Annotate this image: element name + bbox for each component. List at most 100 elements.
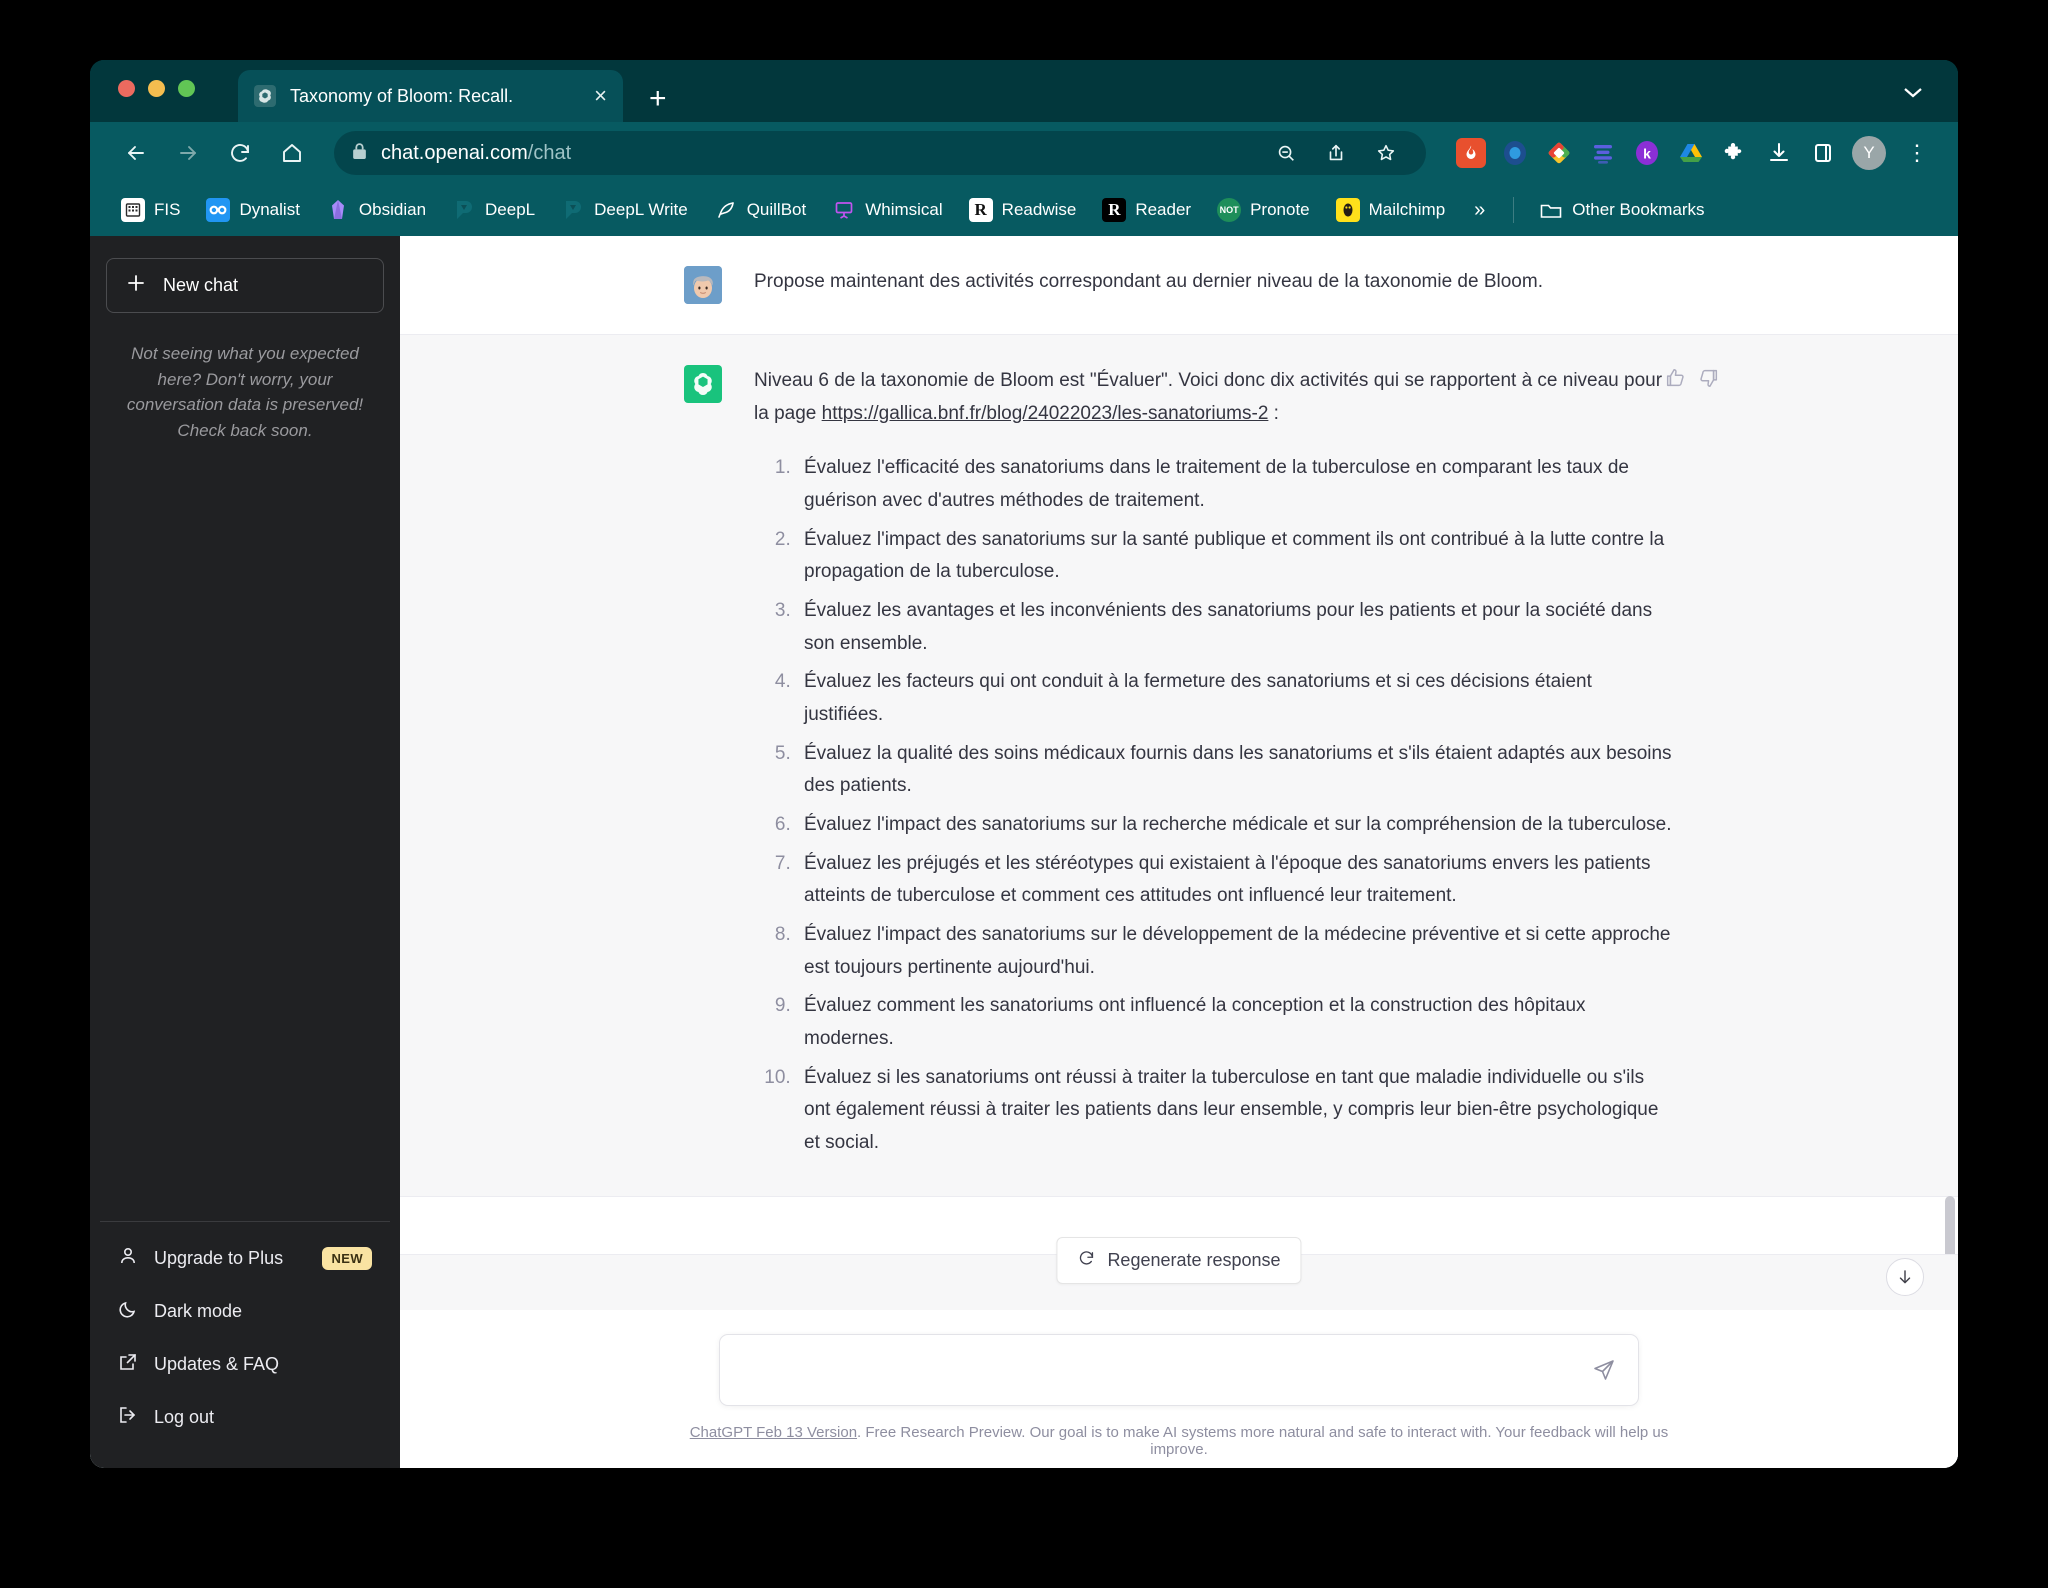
bookmark-label: Dynalist: [239, 200, 300, 219]
bookmark-deepl-write[interactable]: DeepL Write: [552, 193, 697, 227]
deepl-icon: [452, 198, 476, 222]
new-tab-button[interactable]: +: [649, 84, 667, 114]
home-button[interactable]: [270, 131, 314, 175]
kortex-extension-icon[interactable]: k: [1632, 138, 1662, 168]
chat-column: Propose maintenant des activités corresp…: [400, 236, 1958, 1468]
bookmark-mailchimp[interactable]: Mailchimp: [1327, 193, 1455, 227]
user-message-text: Propose maintenant des activités corresp…: [754, 271, 1543, 292]
message-composer[interactable]: [719, 1334, 1639, 1406]
obsidian-gem-icon: [326, 198, 350, 222]
list-item: Évaluez si les sanatoriums ont réussi à …: [796, 1062, 1674, 1160]
folder-icon: [1539, 198, 1563, 222]
list-item: Évaluez comment les sanatoriums ont infl…: [796, 990, 1674, 1055]
zoom-out-icon[interactable]: [1264, 131, 1308, 175]
bookmark-label: Reader: [1135, 200, 1192, 219]
sidebar-item-label: Log out: [154, 1407, 215, 1427]
bookmark-pronote[interactable]: NOT Pronote: [1208, 193, 1319, 227]
conversation-scroll-area[interactable]: Propose maintenant des activités corresp…: [400, 236, 1958, 1254]
readwise-r-icon: R: [968, 198, 993, 222]
bookmark-deepl[interactable]: DeepL: [443, 193, 544, 227]
close-window-button[interactable]: [118, 80, 135, 97]
sidebar-item-log-out[interactable]: Log out: [100, 1391, 390, 1444]
page-footer: ChatGPT Feb 13 Version. Free Research Pr…: [689, 1406, 1669, 1458]
bookmark-fis[interactable]: FIS: [112, 193, 189, 227]
evernote-clipper-extension-icon[interactable]: [1544, 138, 1574, 168]
google-drive-extension-icon[interactable]: [1676, 138, 1706, 168]
url-domain: chat.openai.com: [381, 141, 528, 164]
bookmark-reader[interactable]: R Reader: [1093, 193, 1200, 227]
lock-icon: [352, 142, 367, 165]
reader-r-icon: R: [1102, 198, 1127, 222]
vertical-scrollbar-thumb[interactable]: [1945, 1196, 1955, 1254]
bookmarks-overflow-button[interactable]: »: [1462, 199, 1497, 222]
bookmark-label: Mailchimp: [1368, 200, 1446, 219]
chevron-down-icon[interactable]: [1902, 82, 1924, 105]
regenerate-response-button[interactable]: Regenerate response: [1056, 1237, 1302, 1284]
share-icon[interactable]: [1314, 131, 1358, 175]
other-bookmarks-button[interactable]: Other Bookmarks: [1530, 193, 1713, 227]
minimize-window-button[interactable]: [148, 80, 165, 97]
other-bookmarks-label: Other Bookmarks: [1572, 200, 1705, 219]
omnibox-actions: [1264, 131, 1408, 175]
list-item: Évaluez les facteurs qui ont conduit à l…: [796, 666, 1674, 731]
whimsical-board-icon: [832, 198, 856, 222]
send-icon[interactable]: [1592, 1358, 1616, 1382]
sidebar-item-dark-mode[interactable]: Dark mode: [100, 1285, 390, 1338]
browser-window: Taxonomy of Bloom: Recall. × + chat.open…: [90, 60, 1958, 1468]
download-icon[interactable]: [1764, 138, 1794, 168]
regenerate-response-label: Regenerate response: [1107, 1250, 1281, 1270]
bookmark-label: Pronote: [1250, 200, 1310, 219]
puzzle-extensions-icon[interactable]: [1720, 138, 1750, 168]
list-item: Évaluez les préjugés et les stéréotypes …: [796, 848, 1674, 913]
fireshot-extension-icon[interactable]: [1456, 138, 1486, 168]
kebab-menu-icon[interactable]: ⋮: [1900, 142, 1934, 165]
source-link[interactable]: https://gallica.bnf.fr/blog/24022023/les…: [822, 403, 1269, 424]
bookmark-dynalist[interactable]: Dynalist: [197, 193, 308, 227]
chatgpt-avatar: [684, 365, 722, 403]
assistant-message-body: Niveau 6 de la taxonomie de Bloom est "É…: [754, 365, 1674, 1166]
assistant-message: Niveau 6 de la taxonomie de Bloom est "É…: [400, 335, 1958, 1197]
bookmark-label: FIS: [154, 200, 181, 219]
lines-extension-icon[interactable]: [1588, 138, 1618, 168]
new-chat-label: New chat: [163, 275, 239, 295]
regenerate-row: Regenerate response: [400, 1237, 1958, 1310]
activities-list: Évaluez l'efficacité des sanatoriums dan…: [754, 452, 1674, 1159]
profile-avatar[interactable]: Y: [1852, 136, 1886, 170]
user-avatar: [684, 266, 722, 304]
bookmark-whimsical[interactable]: Whimsical: [823, 193, 951, 227]
address-bar-url: chat.openai.com/chat: [381, 142, 571, 165]
browser-tab[interactable]: Taxonomy of Bloom: Recall. ×: [238, 70, 623, 122]
mailchimp-icon: [1335, 198, 1360, 222]
blue-circle-extension-icon[interactable]: [1500, 138, 1530, 168]
bookmark-obsidian[interactable]: Obsidian: [317, 193, 435, 227]
status-badge: NEW: [322, 1247, 372, 1270]
thumbs-up-icon[interactable]: [1664, 367, 1686, 393]
bookmark-quillbot[interactable]: QuillBot: [705, 193, 816, 227]
back-button[interactable]: [114, 131, 158, 175]
deepl-icon: [561, 198, 585, 222]
address-bar[interactable]: chat.openai.com/chat: [334, 131, 1426, 175]
url-path: /chat: [527, 141, 572, 164]
page-content: New chat Not seeing what you expected he…: [90, 236, 1958, 1468]
bookmark-readwise[interactable]: R Readwise: [960, 193, 1086, 227]
maximize-window-button[interactable]: [178, 80, 195, 97]
sidebar-item-label: Upgrade to Plus: [154, 1248, 284, 1268]
sidebar-item-updates-faq[interactable]: Updates & FAQ: [100, 1338, 390, 1391]
list-item: Évaluez la qualité des soins médicaux fo…: [796, 738, 1674, 803]
version-link[interactable]: ChatGPT Feb 13 Version: [690, 1424, 857, 1441]
new-chat-button[interactable]: New chat: [106, 258, 384, 313]
bookmark-label: Readwise: [1001, 200, 1077, 219]
close-tab-icon[interactable]: ×: [594, 85, 607, 107]
list-item: Évaluez l'efficacité des sanatoriums dan…: [796, 452, 1674, 517]
scroll-to-bottom-button[interactable]: [1886, 1258, 1924, 1296]
side-panel-icon[interactable]: [1808, 138, 1838, 168]
reload-button[interactable]: [218, 131, 262, 175]
sidebar-item-upgrade[interactable]: Upgrade to Plus NEW: [100, 1232, 390, 1285]
message-input[interactable]: [742, 1359, 1592, 1381]
sidebar-item-label: Dark mode: [154, 1301, 243, 1321]
logout-icon: [118, 1405, 138, 1430]
forward-button[interactable]: [166, 131, 210, 175]
thumbs-down-icon[interactable]: [1698, 367, 1720, 393]
bookmark-star-icon[interactable]: [1364, 131, 1408, 175]
bookmarks-bar: FIS Dynalist Obsidian DeepL DeepL Write: [90, 184, 1958, 236]
